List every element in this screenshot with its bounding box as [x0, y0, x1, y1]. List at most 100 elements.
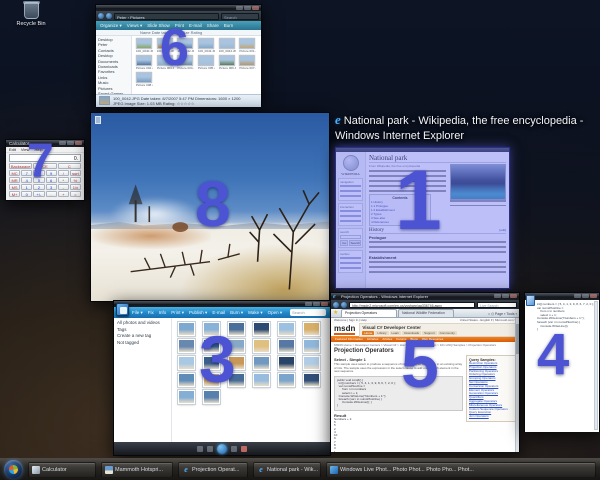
gallery-thumbnail[interactable]: [178, 339, 195, 353]
gallery-menu-print[interactable]: Print ▾: [171, 310, 184, 316]
photo-thumbnail[interactable]: Picture 005.JPG: [198, 55, 215, 70]
gallery-menu-fix[interactable]: Fix: [148, 310, 154, 315]
start-button[interactable]: [4, 460, 23, 479]
calculator-key[interactable]: .: [46, 191, 57, 197]
gallery-titlebar[interactable]: [114, 301, 330, 307]
wiki-search-input[interactable]: [340, 235, 361, 239]
calculator-key[interactable]: M+: [9, 191, 20, 197]
gallery-thumbnail[interactable]: [303, 322, 320, 336]
close-button[interactable]: [510, 294, 517, 298]
window-controls[interactable]: [236, 6, 259, 10]
gallery-menu-file[interactable]: File ▾: [132, 310, 143, 316]
code-titlebar[interactable]: [525, 293, 599, 300]
maximize-button[interactable]: [244, 6, 251, 10]
gallery-menu-burn[interactable]: Burn ▾: [230, 310, 243, 316]
gallery-thumbnail[interactable]: [178, 390, 195, 404]
calculator-key[interactable]: +: [58, 191, 69, 197]
maximize-button[interactable]: [67, 141, 74, 145]
gallery-thumbnail[interactable]: [303, 356, 320, 370]
devcenter-tab[interactable]: Learn: [390, 331, 402, 335]
delete-icon[interactable]: [241, 446, 247, 452]
orange-nav-link[interactable]: Articles: [382, 337, 392, 341]
explorer-toolbar-item[interactable]: E-mail: [189, 23, 202, 28]
gallery-thumbnail[interactable]: [278, 373, 295, 387]
minimize-button[interactable]: [236, 6, 243, 10]
recycle-bin[interactable]: Recycle Bin: [8, 2, 54, 27]
gallery-thumbnail[interactable]: [278, 339, 295, 353]
vertical-scrollbar[interactable]: [594, 301, 598, 430]
edit-link[interactable]: [edit]: [499, 228, 506, 233]
nav-links[interactable]: [340, 210, 361, 224]
slideshow-play-button[interactable]: [217, 444, 227, 454]
calculator-key[interactable]: =: [70, 191, 81, 197]
explorer-toolbar-item[interactable]: Organize ▾: [100, 23, 122, 29]
calculator-key[interactable]: sqrt: [70, 170, 81, 176]
calculator-key[interactable]: MC: [9, 170, 20, 176]
gallery-thumbnail[interactable]: [178, 373, 195, 387]
tab-projection-operators[interactable]: Projection Operators: [341, 309, 397, 317]
next-icon[interactable]: [231, 446, 237, 452]
gallery-menu-email[interactable]: E-mail: [212, 310, 225, 315]
explorer-toolbar-item[interactable]: Views ▾: [127, 23, 142, 29]
folder-tree-item[interactable]: Saved Games: [98, 91, 129, 94]
nav-links[interactable]: [340, 185, 361, 199]
minimize-button[interactable]: [59, 141, 66, 145]
previous-icon[interactable]: [207, 446, 213, 452]
gallery-thumbnail[interactable]: [253, 373, 270, 387]
query-sample-link[interactable]: Join Operators: [469, 415, 513, 419]
photo-thumbnail[interactable]: Picture 007.JPG: [239, 55, 256, 70]
photo-thumbnail[interactable]: Picture 002.JPG: [136, 55, 153, 70]
devcenter-tab[interactable]: Community: [438, 331, 457, 335]
calculator-key[interactable]: C: [58, 163, 81, 169]
go-button[interactable]: Go: [340, 240, 348, 246]
lake-mountain-image[interactable]: [450, 164, 506, 200]
gallery-menu-publish[interactable]: Publish ▾: [189, 310, 207, 316]
calculator-key[interactable]: *: [58, 177, 69, 183]
favorites-star-icon[interactable]: ★: [333, 310, 340, 317]
gallery-thumbnail[interactable]: [303, 373, 320, 387]
calculator-key[interactable]: /: [58, 170, 69, 176]
gallery-search-input[interactable]: Search: [290, 309, 326, 316]
msdn-logo[interactable]: msdn: [334, 324, 355, 335]
menu-item[interactable]: Edit: [9, 147, 16, 152]
photo-thumbnail[interactable]: Picture 008.JPG: [136, 72, 153, 87]
gallery-menu-make[interactable]: Make ▾: [248, 310, 263, 316]
recycle-bin-icon[interactable]: [24, 2, 39, 19]
photo-thumbnail[interactable]: Picture 001.JPG: [239, 38, 256, 53]
photo-thumbnail[interactable]: Picture 006.JPG: [219, 55, 236, 70]
explorer-toolbar-item[interactable]: Burn: [224, 23, 234, 28]
calculator-key[interactable]: MR: [9, 177, 20, 183]
close-button[interactable]: [252, 6, 259, 10]
tab-national-wildlife[interactable]: National Wildlife Federation: [398, 309, 454, 317]
taskbar-button-calculator[interactable]: Calculator: [28, 462, 96, 478]
devcenter-tab[interactable]: Home: [362, 331, 374, 335]
close-button[interactable]: [75, 141, 82, 145]
rotate-left-icon[interactable]: [197, 446, 203, 452]
gallery-thumbnail[interactable]: [278, 322, 295, 336]
gallery-thumbnail[interactable]: [178, 322, 195, 336]
photo-thumbnail[interactable]: 100_0040.JPG: [136, 38, 153, 53]
minimize-button[interactable]: [305, 302, 312, 306]
calculator-key[interactable]: %: [70, 177, 81, 183]
close-button[interactable]: [590, 294, 597, 298]
vertical-scrollbar[interactable]: [515, 318, 519, 452]
nav-links[interactable]: [340, 257, 361, 271]
calculator-key[interactable]: +/-: [33, 191, 44, 197]
back-button[interactable]: [98, 13, 104, 19]
forward-button[interactable]: [341, 302, 347, 308]
photo-thumbnail[interactable]: 100_0044.JPG: [219, 38, 236, 53]
gallery-thumbnail[interactable]: [178, 356, 195, 370]
maximize-button[interactable]: [582, 294, 589, 298]
calculator-key[interactable]: 0: [21, 191, 32, 197]
gallery-thumbnail[interactable]: [303, 339, 320, 353]
photo-thumbnail[interactable]: 100_0043.JPG: [198, 38, 215, 53]
forward-button[interactable]: [106, 13, 112, 19]
gallery-thumbnail[interactable]: [253, 339, 270, 353]
minimize-button[interactable]: [574, 294, 581, 298]
gallery-thumbnail[interactable]: [278, 356, 295, 370]
search-button[interactable]: Search: [349, 240, 361, 246]
calculator-key[interactable]: 1/x: [70, 184, 81, 190]
taskbar-button-gallery-group[interactable]: Windows Live Phot... Photo Phot... Photo…: [326, 462, 596, 478]
taskbar-button-msdn[interactable]: eProjection Operat...: [178, 462, 248, 478]
devcenter-tab[interactable]: Library: [375, 331, 388, 335]
